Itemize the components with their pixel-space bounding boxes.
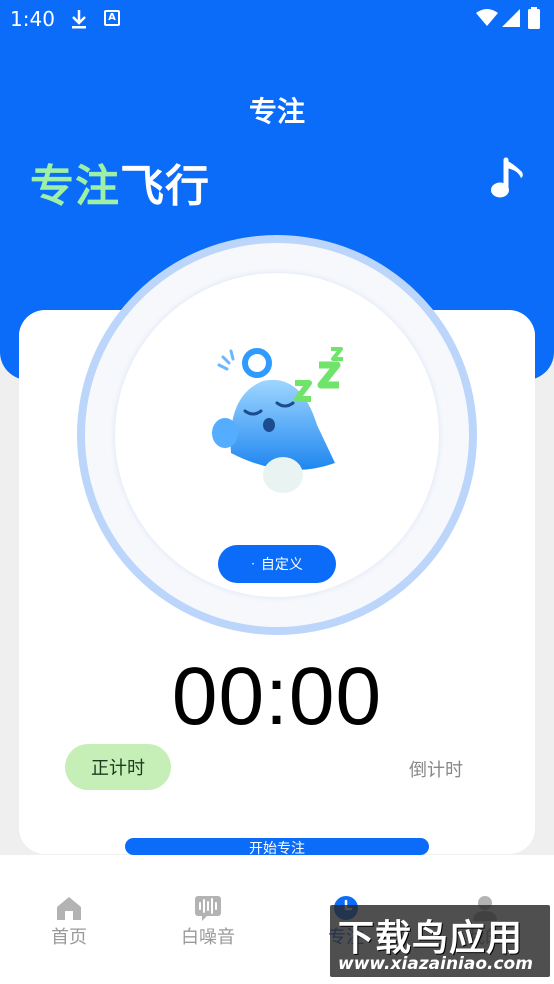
music-button[interactable]	[488, 156, 530, 202]
count-up-mode-button[interactable]: 正计时	[65, 744, 171, 790]
download-icon	[72, 10, 86, 29]
a-badge-icon: A	[104, 10, 120, 26]
signal-icon	[502, 9, 520, 27]
white-noise-icon	[195, 896, 221, 921]
timer-display: 00:00	[171, 651, 383, 742]
tab-home[interactable]: 首页	[24, 895, 114, 949]
sleeping-bell-mascot-icon	[212, 347, 343, 493]
countdown-mode-button[interactable]: 倒计时	[400, 756, 472, 782]
start-focus-button[interactable]: 开始专注	[125, 838, 429, 855]
card-corner-left	[19, 312, 94, 382]
start-focus-label: 开始专注	[249, 841, 305, 855]
custom-duration-label: 自定义	[260, 557, 303, 573]
watermark-url: www.xiazainiao.com	[338, 954, 533, 974]
status-bar: 1:40 A	[0, 0, 554, 38]
brand-title: 专注飞行	[30, 150, 210, 214]
brand-title-rest: 飞行	[120, 161, 210, 212]
home-icon	[57, 897, 81, 920]
card-corner-right	[455, 312, 535, 382]
brand-title-highlight: 专注	[30, 161, 120, 212]
wifi-icon	[476, 9, 498, 26]
tab-home-label: 首页	[51, 927, 87, 948]
custom-dot: ·	[251, 557, 255, 571]
battery-icon	[528, 7, 540, 29]
status-time: 1:40	[10, 7, 55, 31]
custom-duration-button[interactable]: · 自定义	[218, 545, 336, 583]
tab-white-noise[interactable]: 白噪音	[163, 895, 253, 949]
tab-white-noise-label: 白噪音	[181, 927, 235, 948]
page-title: 专注	[248, 95, 305, 128]
watermark: 下载鸟应用 www.xiazainiao.com	[330, 905, 550, 977]
music-note-icon	[491, 157, 523, 198]
